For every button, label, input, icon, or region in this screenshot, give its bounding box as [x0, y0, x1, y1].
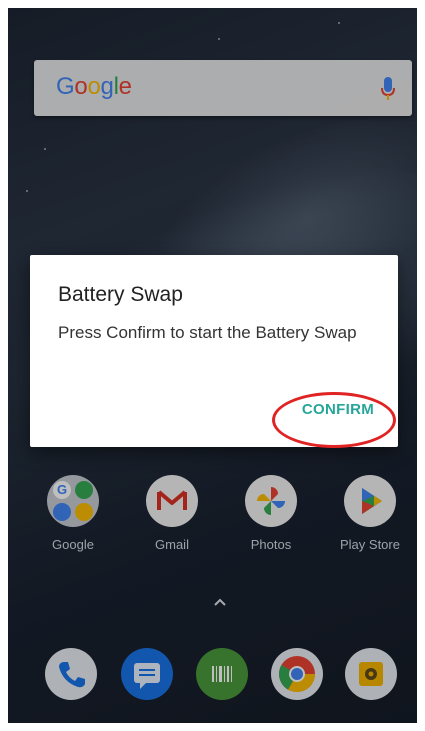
dialog-title: Battery Swap [58, 283, 183, 306]
annotation-highlight-circle [272, 392, 396, 448]
dialog-message: Press Confirm to start the Battery Swap [58, 323, 357, 342]
